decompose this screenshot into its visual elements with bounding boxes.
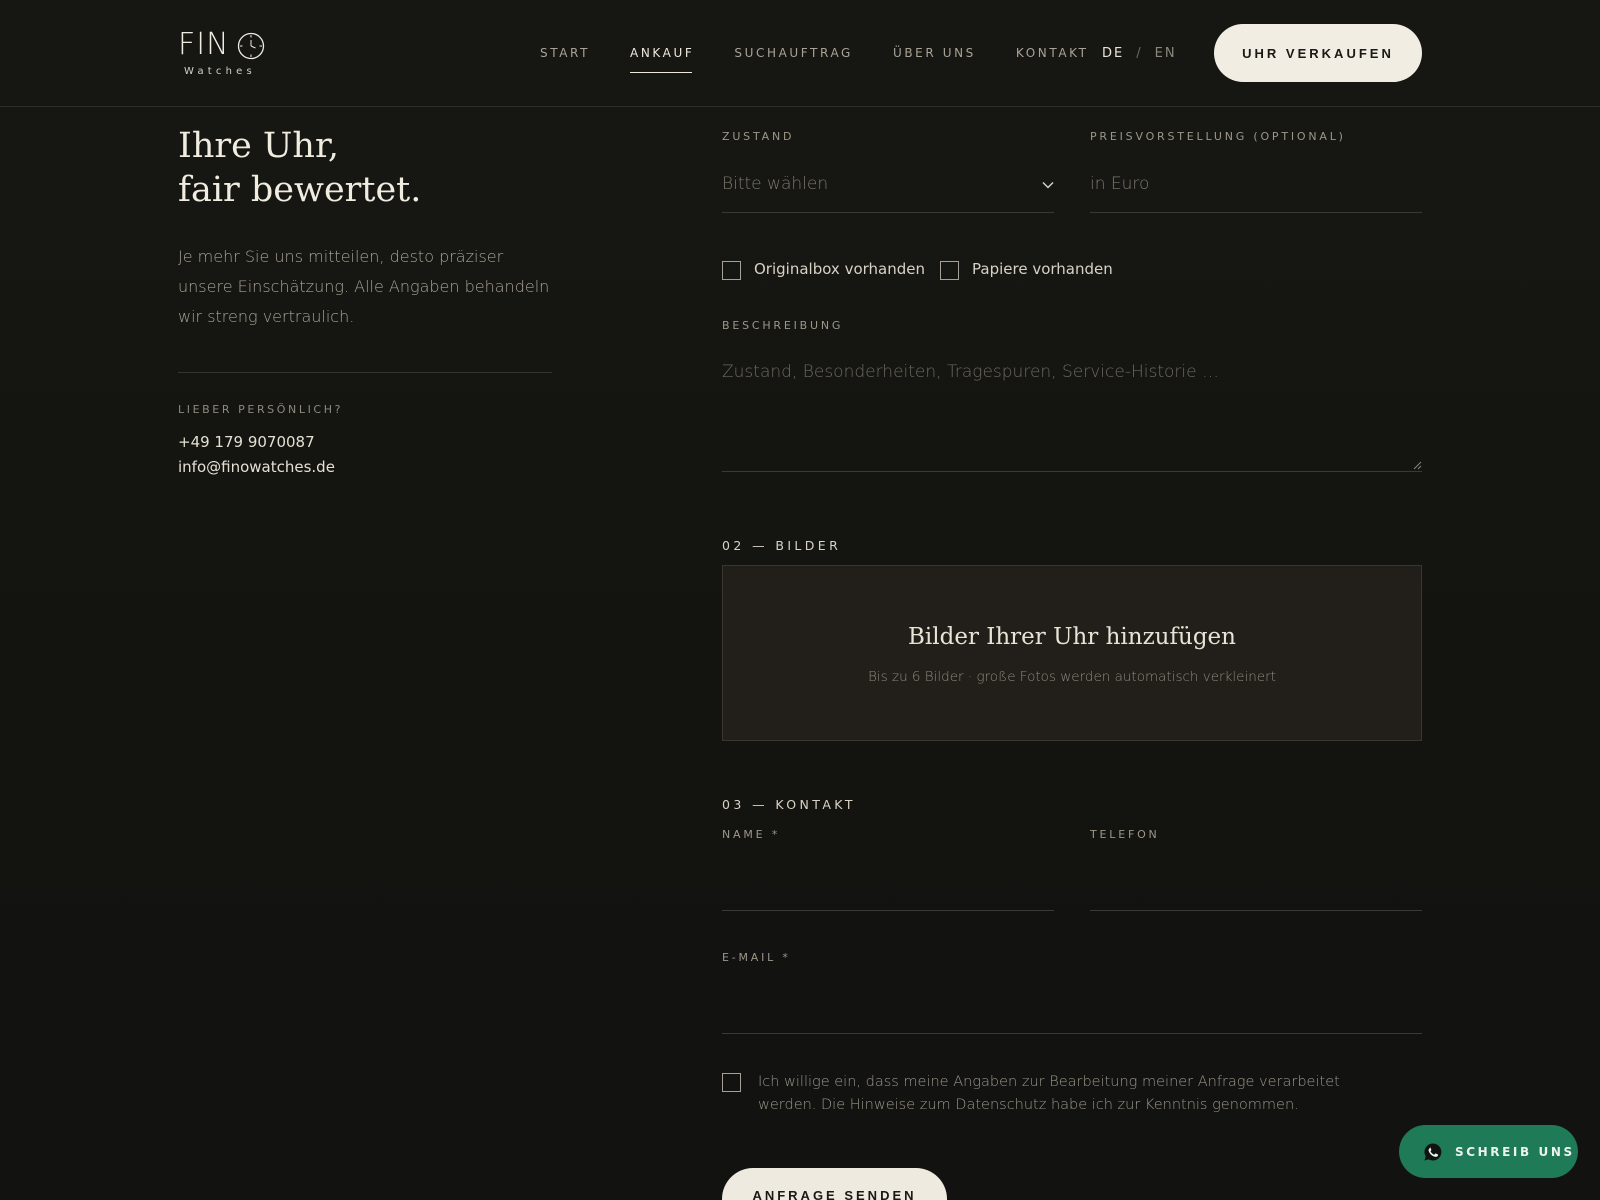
papers-checkbox[interactable] xyxy=(940,261,959,280)
logo-wordmark: FIN xyxy=(178,27,230,62)
originalbox-checkbox[interactable] xyxy=(722,261,741,280)
language-switch: DE / EN xyxy=(1102,0,1177,106)
phone-label: TELEFON xyxy=(1090,828,1160,841)
main-nav: START ANKAUF SUCHAUFTRAG ÜBER UNS KONTAK… xyxy=(540,0,1129,106)
image-dropzone[interactable]: Bilder Ihrer Uhr hinzufügen Bis zu 6 Bil… xyxy=(722,565,1422,741)
papers-label[interactable]: Papiere vorhanden xyxy=(972,260,1113,278)
site-header: FIN Watches START ANKAUF SUCHAUFTRAG ÜBE… xyxy=(0,0,1600,107)
page: FIN Watches START ANKAUF SUCHAUFTRAG ÜBE… xyxy=(0,0,1600,1200)
lang-en[interactable]: EN xyxy=(1155,46,1177,61)
whatsapp-button[interactable]: SCHREIB UNS xyxy=(1399,1125,1578,1178)
nav-item-ueber-uns[interactable]: ÜBER UNS xyxy=(893,0,976,106)
description-placeholder: Zustand, Besonderheiten, Tragespuren, Se… xyxy=(722,362,1219,382)
logo-subtitle: Watches xyxy=(184,66,256,77)
contact-label: LIEBER PERSÖNLICH? xyxy=(178,403,344,416)
title-line-2: fair bewertet. xyxy=(178,170,422,210)
submit-label: ANFRAGE SENDEN xyxy=(752,1188,917,1200)
phone-input[interactable] xyxy=(1090,910,1422,911)
dropzone-subtitle: Bis zu 6 Bilder · große Fotos werden aut… xyxy=(868,669,1276,685)
price-input[interactable]: in Euro xyxy=(1090,174,1149,194)
description-textarea[interactable]: Zustand, Besonderheiten, Tragespuren, Se… xyxy=(722,350,1422,472)
description-label: BESCHREIBUNG xyxy=(722,319,844,332)
name-input[interactable] xyxy=(722,910,1054,911)
price-underline xyxy=(1090,212,1422,213)
divider xyxy=(178,372,552,373)
consent-checkbox[interactable] xyxy=(722,1073,741,1092)
condition-label: ZUSTAND xyxy=(722,130,795,143)
email-label: E-MAIL * xyxy=(722,951,791,964)
dropzone-title: Bilder Ihrer Uhr hinzufügen xyxy=(908,624,1236,650)
email-input[interactable] xyxy=(722,1033,1422,1034)
whatsapp-icon xyxy=(1424,1143,1442,1160)
name-label: NAME * xyxy=(722,828,780,841)
chevron-down-icon[interactable] xyxy=(1041,178,1055,192)
images-heading: 02 — BILDER xyxy=(722,538,842,553)
intro-column: Ihre Uhr, fair bewertet. Je mehr Sie uns… xyxy=(178,124,552,476)
lang-separator: / xyxy=(1136,45,1143,61)
resize-handle-icon[interactable] xyxy=(1413,461,1422,470)
logo[interactable]: FIN Watches xyxy=(178,28,278,82)
nav-item-ankauf[interactable]: ANKAUF xyxy=(630,0,694,106)
title-line-1: Ihre Uhr, xyxy=(178,126,339,166)
page-title: Ihre Uhr, fair bewertet. xyxy=(178,124,552,212)
whatsapp-label: SCHREIB UNS xyxy=(1455,1144,1575,1159)
nav-item-kontakt[interactable]: KONTAKT xyxy=(1016,0,1089,106)
nav-item-start[interactable]: START xyxy=(540,0,590,106)
condition-underline xyxy=(722,212,1054,213)
consent-text[interactable]: Ich willige ein, dass meine Angaben zur … xyxy=(758,1071,1388,1117)
price-label: PREISVORSTELLUNG (OPTIONAL) xyxy=(1090,130,1346,143)
intro-text: Je mehr Sie uns mitteilen, desto präzise… xyxy=(178,247,550,326)
nav-item-suchauftrag[interactable]: SUCHAUFTRAG xyxy=(734,0,853,106)
email-link[interactable]: info@finowatches.de xyxy=(178,458,552,476)
contact-heading: 03 — KONTAKT xyxy=(722,797,856,812)
condition-select[interactable]: Bitte wählen xyxy=(722,174,828,194)
lang-de[interactable]: DE xyxy=(1102,46,1124,61)
sell-watch-button[interactable]: UHR VERKAUFEN xyxy=(1214,24,1422,82)
clock-icon xyxy=(237,32,265,60)
phone-link[interactable]: +49 179 9070087 xyxy=(178,433,552,451)
originalbox-label[interactable]: Originalbox vorhanden xyxy=(754,260,925,278)
submit-button[interactable]: ANFRAGE SENDEN xyxy=(722,1168,947,1200)
